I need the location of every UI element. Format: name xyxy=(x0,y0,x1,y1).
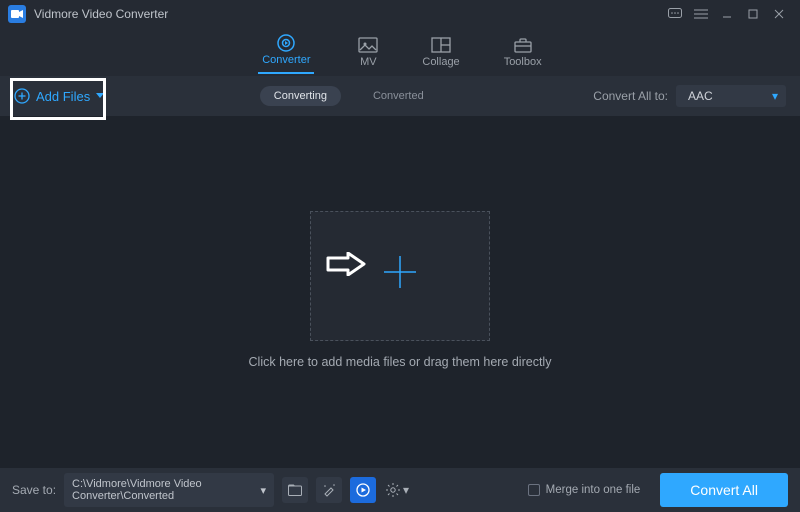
drop-hint: Click here to add media files or drag th… xyxy=(249,355,552,369)
checkbox-icon xyxy=(528,484,540,496)
save-to-label: Save to: xyxy=(12,483,56,497)
converter-icon xyxy=(276,34,296,52)
minimize-button[interactable] xyxy=(714,4,740,24)
gpu-accel-button[interactable] xyxy=(350,477,376,503)
chevron-down-icon xyxy=(96,93,104,99)
collage-icon xyxy=(431,36,451,54)
tab-collage-label: Collage xyxy=(422,56,459,68)
plus-circle-icon xyxy=(14,88,30,104)
app-title: Vidmore Video Converter xyxy=(34,7,662,21)
tab-toolbox[interactable]: Toolbox xyxy=(504,36,542,68)
tab-converter[interactable]: Converter xyxy=(258,34,314,70)
merge-label: Merge into one file xyxy=(546,484,641,496)
mv-icon xyxy=(358,36,378,54)
save-path-dropdown[interactable]: C:\Vidmore\Vidmore Video Converter\Conve… xyxy=(64,473,274,507)
convert-all-to-label: Convert All to: xyxy=(593,89,668,103)
subtab-converted[interactable]: Converted xyxy=(359,86,438,106)
tab-toolbox-label: Toolbox xyxy=(504,56,542,68)
chevron-down-icon: ▾ xyxy=(261,484,267,497)
merge-checkbox[interactable]: Merge into one file xyxy=(528,484,641,496)
main-tabs: Converter MV Collage Toolbox xyxy=(0,28,800,76)
toolbox-icon xyxy=(513,36,533,54)
tab-mv[interactable]: MV xyxy=(358,36,378,68)
settings-button[interactable]: ▾ xyxy=(384,477,410,503)
feedback-icon[interactable] xyxy=(662,4,688,24)
effects-button[interactable] xyxy=(316,477,342,503)
maximize-button[interactable] xyxy=(740,4,766,24)
chevron-down-icon: ▾ xyxy=(772,89,778,103)
chevron-down-icon: ▾ xyxy=(403,483,409,497)
add-files-label: Add Files xyxy=(36,89,90,104)
tab-collage[interactable]: Collage xyxy=(422,36,459,68)
convert-all-button[interactable]: Convert All xyxy=(660,473,788,507)
drop-zone[interactable] xyxy=(310,211,490,341)
add-files-button[interactable]: Add Files xyxy=(14,88,104,104)
footer: Save to: C:\Vidmore\Vidmore Video Conver… xyxy=(0,468,800,512)
open-folder-button[interactable] xyxy=(282,477,308,503)
output-format-dropdown[interactable]: AAC ▾ xyxy=(676,85,786,107)
subtab-converting[interactable]: Converting xyxy=(260,86,341,106)
title-bar: Vidmore Video Converter xyxy=(0,0,800,28)
close-button[interactable] xyxy=(766,4,792,24)
tab-converter-label: Converter xyxy=(262,54,310,66)
main-area: Click here to add media files or drag th… xyxy=(0,116,800,468)
save-path-value: C:\Vidmore\Vidmore Video Converter\Conve… xyxy=(72,478,260,502)
toolbar: Add Files Converting Converted Convert A… xyxy=(0,76,800,116)
tab-mv-label: MV xyxy=(360,56,377,68)
plus-icon xyxy=(381,253,419,300)
menu-icon[interactable] xyxy=(688,4,714,24)
app-logo-icon xyxy=(8,5,26,23)
output-format-value: AAC xyxy=(688,89,713,103)
